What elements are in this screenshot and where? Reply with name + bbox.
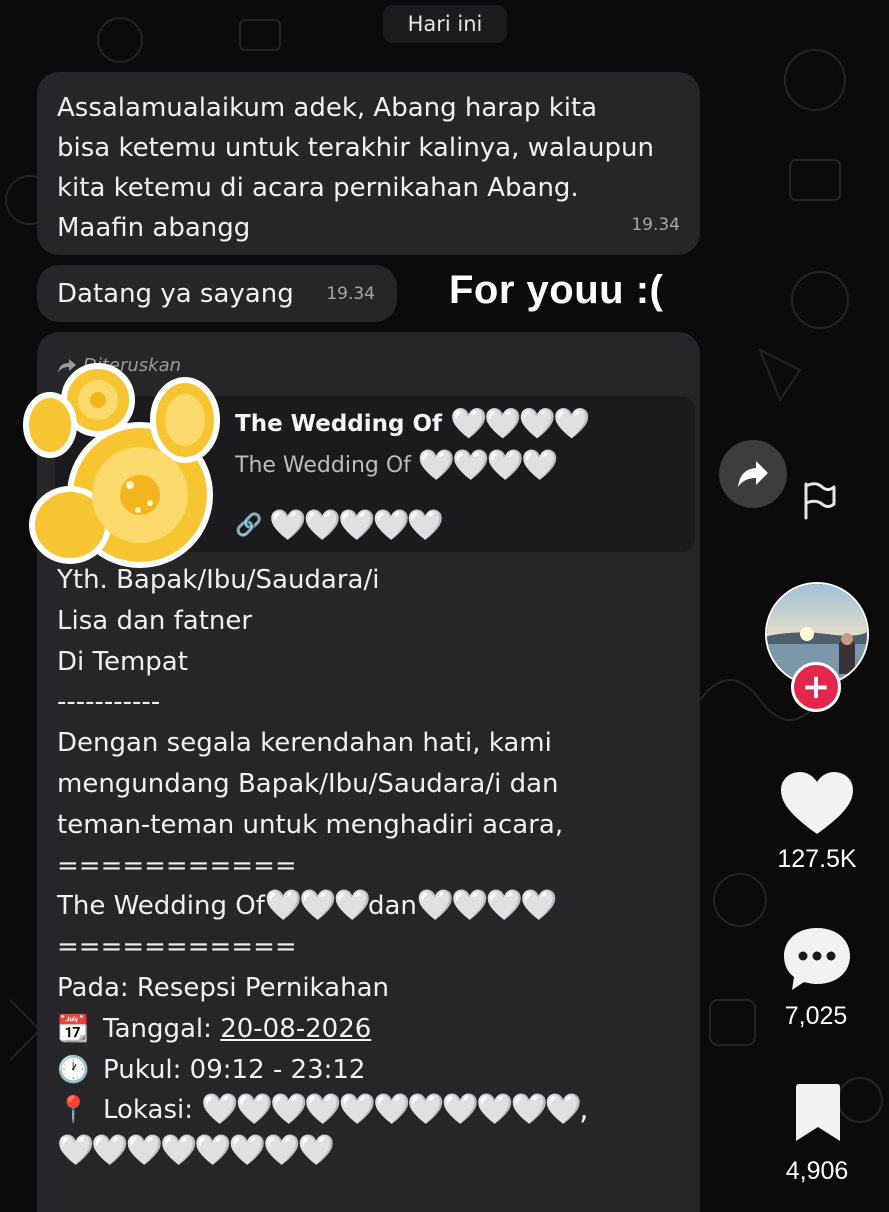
message-bubble[interactable]: Datang ya sayang 19.34 <box>37 265 397 322</box>
invitation-date-line: 📆 Tanggal: 20-08-2026 <box>57 1009 697 1050</box>
emoji-hearts: 🤍🤍🤍🤍 <box>417 448 558 483</box>
message-line: Maafin abangg <box>57 213 251 243</box>
invitation-line: The Wedding Of🤍🤍🤍dan🤍🤍🤍🤍 <box>57 888 557 924</box>
invitation-line: Dengan segala kerendahan hati, kami <box>57 728 552 759</box>
calendar-emoji: 📆 <box>57 1013 90 1044</box>
like-count: 127.5K <box>777 845 857 873</box>
emoji-hearts: 🤍🤍🤍 <box>264 888 371 924</box>
flower-sticker <box>23 363 220 568</box>
report-button[interactable] <box>796 478 840 522</box>
link-preview-title: The Wedding Of 🤍🤍🤍🤍 <box>235 406 590 442</box>
share-arrow-icon <box>738 461 768 487</box>
save-button[interactable] <box>792 1083 844 1145</box>
invitation-time-line: 🕐 Pukul: 09:12 - 23:12 <box>57 1050 697 1091</box>
invitation-line: ----------- <box>57 687 161 718</box>
flag-icon <box>804 482 836 520</box>
link-preview-subtitle: The Wedding Of 🤍🤍🤍🤍 <box>235 448 558 483</box>
invitation-line: =========== <box>57 850 297 881</box>
invitation-line: mengundang Bapak/Ibu/Saudara/i dan <box>57 768 559 799</box>
invitation-text: Yth. Bapak/Ibu/Saudara/i Lisa dan fatner… <box>57 560 697 1172</box>
link-preview-url[interactable]: 🔗 🤍🤍🤍🤍🤍 <box>235 506 444 546</box>
message-line: Assalamualaikum adek, Abang harap kita <box>57 93 598 123</box>
date-link[interactable]: 20-08-2026 <box>220 1014 371 1044</box>
message-bubble[interactable]: Assalamualaikum adek, Abang harap kita b… <box>37 72 700 255</box>
invitation-line: Di Tempat <box>57 646 188 677</box>
message-line: kita ketemu di acara pernikahan Abang. <box>57 173 579 203</box>
emoji-hearts: 🤍🤍🤍🤍🤍 <box>269 508 444 543</box>
save-count: 4,906 <box>785 1157 849 1185</box>
message-text: Assalamualaikum adek, Abang harap kita b… <box>57 88 687 248</box>
comment-button[interactable] <box>782 926 852 994</box>
invitation-line: 🤍🤍🤍🤍🤍🤍🤍🤍 <box>57 1131 697 1172</box>
link-icon: 🔗 <box>235 513 263 538</box>
like-button[interactable] <box>779 770 855 838</box>
comment-count: 7,025 <box>784 1002 848 1030</box>
clock-emoji: 🕐 <box>57 1054 90 1085</box>
comment-bubble-icon <box>784 928 850 990</box>
message-text: Datang ya sayang <box>57 279 294 309</box>
emoji-hearts: 🤍🤍🤍🤍🤍🤍🤍🤍🤍🤍🤍, <box>201 1092 588 1128</box>
message-line: bisa ketemu untuk terakhir kalinya, wala… <box>57 133 654 163</box>
invitation-line: Pada: Resepsi Pernikahan <box>57 972 389 1003</box>
emoji-hearts: 🤍🤍🤍🤍 <box>450 406 590 442</box>
follow-button[interactable]: + <box>791 662 841 712</box>
invitation-line: =========== <box>57 932 297 963</box>
emoji-hearts: 🤍🤍🤍🤍 <box>416 888 557 924</box>
message-time: 19.34 <box>326 284 375 304</box>
share-button[interactable] <box>719 440 787 508</box>
heart-icon <box>781 772 853 834</box>
message-time: 19.34 <box>631 215 680 235</box>
pin-emoji: 📍 <box>57 1095 90 1126</box>
invitation-line: teman-teman untuk menghadiri acara, <box>57 809 564 840</box>
bookmark-icon <box>796 1084 840 1141</box>
plus-icon: + <box>801 667 831 707</box>
video-caption-overlay: For youu :( <box>449 268 664 312</box>
invitation-location-line: 📍 Lokasi: 🤍🤍🤍🤍🤍🤍🤍🤍🤍🤍🤍, <box>57 1090 697 1131</box>
invitation-line: Lisa dan fatner <box>57 605 253 636</box>
emoji-hearts: 🤍🤍🤍🤍🤍🤍🤍🤍 <box>57 1133 335 1169</box>
date-divider: Hari ini <box>383 5 507 43</box>
